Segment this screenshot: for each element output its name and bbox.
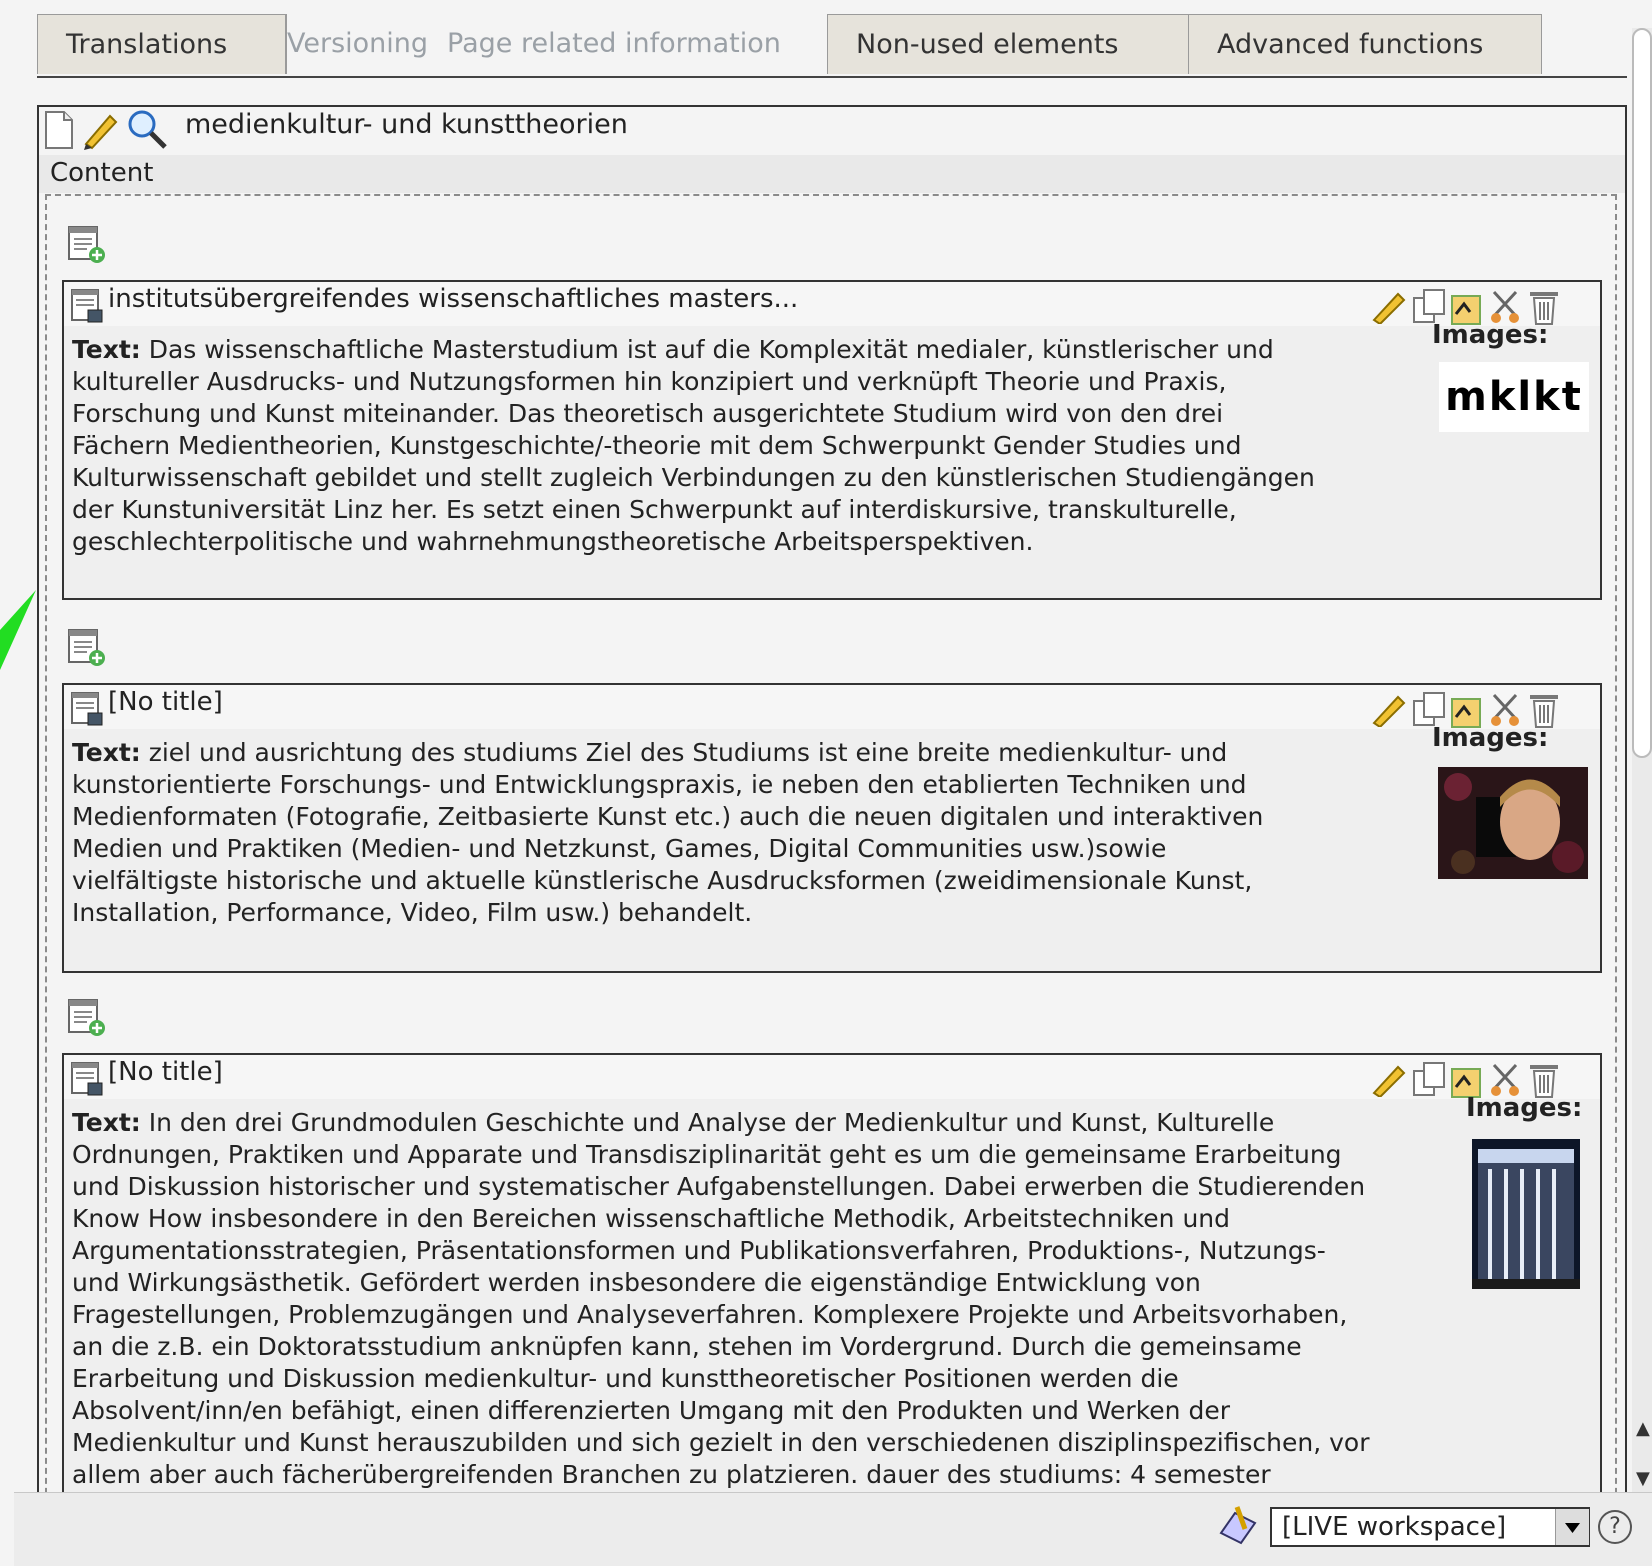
- page-title: medienkultur- und kunsttheorien: [185, 109, 628, 140]
- cut-icon[interactable]: [1488, 288, 1524, 324]
- images-label: Images:: [1466, 1093, 1583, 1123]
- help-icon[interactable]: ?: [1598, 1510, 1632, 1544]
- content-element: [No title] Text: ziel und ausrichtung de…: [62, 683, 1602, 973]
- element-text: Text: Das wissenschaftliche Masterstudiu…: [72, 335, 1315, 556]
- scrollbar-thumb[interactable]: [1632, 28, 1652, 758]
- content-element-title: [No title]: [108, 687, 223, 717]
- tab-divider: [286, 14, 287, 74]
- new-content-icon[interactable]: [67, 628, 107, 668]
- page-icon[interactable]: [42, 110, 76, 150]
- pencil-icon[interactable]: [80, 108, 120, 150]
- tab-versioning[interactable]: Versioning: [287, 14, 428, 74]
- portrait-photo-image: [1438, 767, 1588, 879]
- new-content-icon[interactable]: [67, 998, 107, 1038]
- chevron-down-icon[interactable]: [1555, 1509, 1589, 1545]
- column-header: [39, 155, 1625, 193]
- edit-pencil-icon[interactable]: [1370, 691, 1408, 727]
- cut-icon[interactable]: [1488, 691, 1524, 727]
- green-arrow-icon: [0, 590, 36, 670]
- scroll-down-icon[interactable]: ▼: [1636, 1468, 1650, 1489]
- edit-pencil-icon[interactable]: [1370, 1061, 1408, 1097]
- magnifier-icon[interactable]: [125, 108, 169, 150]
- text-image-icon[interactable]: [70, 288, 106, 326]
- copy-icon[interactable]: [1412, 691, 1448, 727]
- images-label: Images:: [1432, 320, 1549, 350]
- element-text: Text: In den drei Grundmodulen Geschicht…: [72, 1108, 1370, 1489]
- text-image-icon[interactable]: [70, 691, 106, 729]
- tab-page-related-information[interactable]: Page related information: [447, 14, 827, 74]
- images-label: Images:: [1432, 723, 1549, 753]
- tab-underline: [37, 76, 1627, 78]
- workspace-icon[interactable]: [1215, 1503, 1261, 1549]
- content-element: institutsübergreifendes wissenschaftlich…: [62, 280, 1602, 600]
- tab-non-used-elements[interactable]: Non-used elements: [827, 14, 1189, 74]
- cut-icon[interactable]: [1488, 1061, 1524, 1097]
- element-text: Text: ziel und ausrichtung des studiums …: [72, 738, 1264, 927]
- copy-icon[interactable]: [1412, 1061, 1448, 1097]
- text-image-icon[interactable]: [70, 1061, 106, 1099]
- content-element-title: [No title]: [108, 1057, 223, 1087]
- tab-bar: Translations Versioning Page related inf…: [37, 14, 1627, 78]
- tab-advanced-functions[interactable]: Advanced functions: [1188, 14, 1542, 74]
- content-element-title: institutsübergreifendes wissenschaftlich…: [108, 284, 799, 314]
- building-photo-image: [1472, 1139, 1580, 1289]
- content-element: [No title] Text: In den drei Grundmodule…: [62, 1053, 1602, 1533]
- copy-icon[interactable]: [1412, 288, 1448, 324]
- edit-pencil-icon[interactable]: [1370, 288, 1408, 324]
- column-label: Content: [50, 158, 154, 188]
- tab-translations[interactable]: Translations: [37, 14, 286, 74]
- new-content-icon[interactable]: [67, 225, 107, 265]
- vertical-scrollbar[interactable]: ▲ ▼: [1632, 28, 1652, 1503]
- scroll-up-icon[interactable]: ▲: [1636, 1418, 1650, 1439]
- workspace-select[interactable]: [LIVE workspace]: [1270, 1507, 1590, 1547]
- mklkt-logo-image: mklkt: [1439, 362, 1589, 432]
